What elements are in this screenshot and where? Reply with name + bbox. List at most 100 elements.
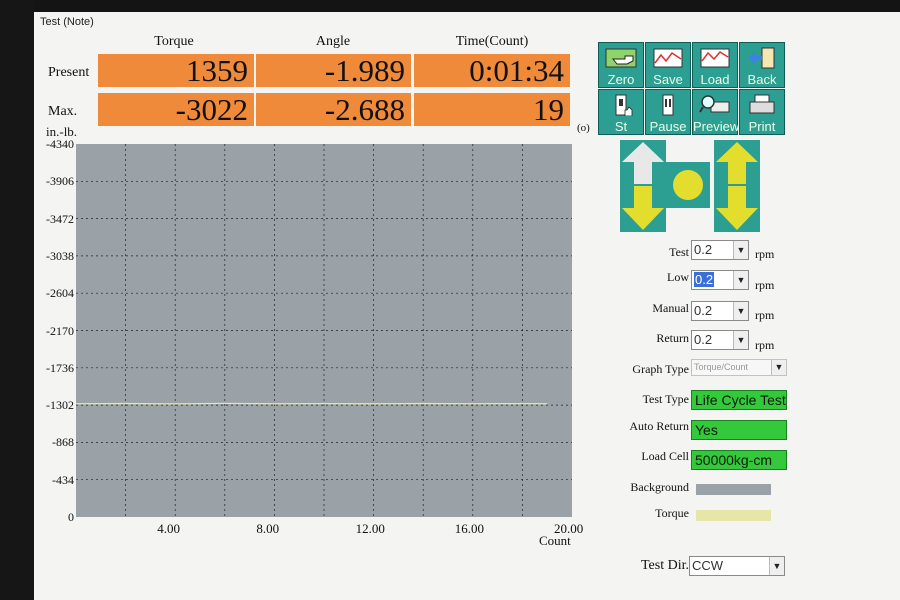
low-speed-label: Low	[667, 270, 689, 284]
test-direction-value: CCW	[692, 558, 724, 573]
y-tick-label: -3472	[46, 211, 74, 226]
column-header-angle: Angle	[315, 34, 351, 49]
preview-button[interactable]: Preview	[692, 89, 740, 135]
chevron-down-icon: ▼	[733, 331, 748, 349]
pause-button-label: Pause	[649, 119, 687, 134]
torque-count-chart	[75, 144, 572, 517]
start-button[interactable]: St	[598, 89, 644, 135]
manual-speed-select[interactable]: 0.2 ▼	[691, 301, 749, 321]
y-tick-label: -2170	[46, 323, 74, 338]
door-exit-icon	[748, 47, 775, 69]
chevron-down-icon: ▼	[769, 557, 784, 575]
load-cell-value[interactable]: 50000kg-cm	[691, 450, 787, 470]
preview-button-label: Preview	[693, 119, 740, 134]
save-button-label: Save	[653, 72, 683, 87]
test-speed-unit: rpm	[755, 247, 775, 261]
test-speed-value: 0.2	[694, 242, 713, 257]
magnifier-printer-icon	[699, 95, 730, 113]
return-speed-unit: rpm	[755, 338, 775, 352]
background-color-label: Background	[630, 480, 689, 494]
low-speed-select[interactable]: 0.2 ▼	[691, 270, 749, 290]
test-direction-label: Test Dir.	[640, 558, 689, 573]
save-button[interactable]: Save	[645, 42, 691, 88]
present-time-value: 0:01:34	[414, 54, 570, 87]
torque-series-line	[75, 402, 548, 405]
graph-type-select[interactable]: Torque/Count ▼	[691, 359, 787, 376]
x-tick-label: 4.00	[157, 521, 180, 536]
test-direction-select[interactable]: CCW ▼	[689, 556, 785, 576]
auto-return-value[interactable]: Yes	[691, 420, 787, 440]
manual-speed-label: Manual	[652, 301, 689, 315]
torque-color-swatch[interactable]	[696, 510, 771, 521]
monitor-bezel-left	[0, 0, 34, 600]
stop-button[interactable]	[666, 162, 710, 208]
pause-button[interactable]: Pause	[645, 89, 691, 135]
test-type-label: Test Type	[642, 392, 689, 406]
chevron-down-icon: ▼	[733, 271, 748, 289]
jog-down-button[interactable]	[714, 140, 760, 232]
column-header-torque: Torque	[154, 34, 194, 49]
y-tick-label: -1736	[46, 360, 74, 375]
row-label-max: Max.	[48, 104, 78, 119]
hand-pointing-icon	[605, 48, 637, 68]
y-tick-label: -3038	[46, 248, 74, 263]
chart-load-icon	[700, 48, 730, 68]
printer-icon	[749, 94, 775, 114]
max-torque-value: -3022	[98, 93, 254, 126]
return-speed-label: Return	[656, 331, 689, 345]
monitor-bezel-top	[0, 0, 900, 12]
x-tick-label: 12.00	[355, 521, 385, 536]
return-speed-value: 0.2	[694, 332, 713, 347]
low-speed-value: 0.2	[694, 272, 715, 287]
graph-type-value: Torque/Count	[694, 362, 749, 372]
x-tick-label: 20.00	[554, 521, 584, 536]
back-button-label: Back	[747, 72, 777, 87]
max-count-value: 19	[414, 93, 570, 126]
pause-icon	[662, 94, 674, 116]
zero-button[interactable]: Zero	[598, 42, 644, 88]
jog-updown-icon	[716, 142, 758, 230]
low-speed-unit: rpm	[755, 278, 775, 292]
test-type-value[interactable]: Life Cycle Test	[691, 390, 787, 410]
start-button-label: St	[614, 119, 628, 134]
print-button[interactable]: Print	[739, 89, 785, 135]
background-color-swatch[interactable]	[696, 484, 771, 495]
y-tick-label: -3906	[46, 174, 74, 189]
present-torque-value: 1359	[98, 54, 254, 87]
test-speed-select[interactable]: 0.2 ▼	[691, 240, 749, 260]
return-speed-select[interactable]: 0.2 ▼	[691, 330, 749, 350]
y-tick-label: -2604	[46, 286, 74, 301]
manual-speed-value: 0.2	[694, 303, 713, 318]
app-window: Test (Note) Torque Angle Time(Count) Pre…	[34, 12, 900, 600]
y-tick-label: -4340	[46, 137, 74, 151]
auto-return-label: Auto Return	[629, 419, 689, 433]
overflow-flag: (o)	[577, 122, 590, 134]
manual-speed-unit: rpm	[755, 308, 775, 322]
load-button[interactable]: Load	[692, 42, 738, 88]
graph-type-label: Graph Type	[632, 362, 689, 376]
column-header-time: Time(Count)	[455, 34, 529, 49]
jog-arrows-icon	[622, 142, 664, 230]
test-speed-label: Test	[669, 245, 689, 259]
back-button[interactable]: Back	[739, 42, 785, 88]
row-label-present: Present	[48, 65, 90, 80]
y-tick-label: -868	[52, 435, 74, 450]
y-tick-label: -1302	[46, 398, 74, 413]
start-icon	[615, 94, 633, 116]
x-tick-label: 8.00	[256, 521, 280, 536]
chevron-down-icon: ▼	[733, 241, 748, 259]
y-tick-label: 0	[68, 510, 74, 524]
torque-color-label: Torque	[655, 506, 689, 520]
chevron-down-icon: ▼	[771, 360, 786, 375]
y-tick-label: -434	[52, 472, 74, 487]
zero-button-label: Zero	[607, 72, 635, 87]
print-button-label: Print	[748, 119, 776, 134]
stop-circle-icon	[673, 170, 703, 200]
load-cell-label: Load Cell	[641, 449, 689, 463]
load-button-label: Load	[700, 72, 730, 87]
window-title: Test (Note)	[40, 16, 94, 28]
present-angle-value: -1.989	[256, 54, 411, 87]
max-angle-value: -2.688	[256, 93, 411, 126]
jog-up-button[interactable]	[620, 140, 666, 232]
chart-save-icon	[653, 48, 683, 68]
